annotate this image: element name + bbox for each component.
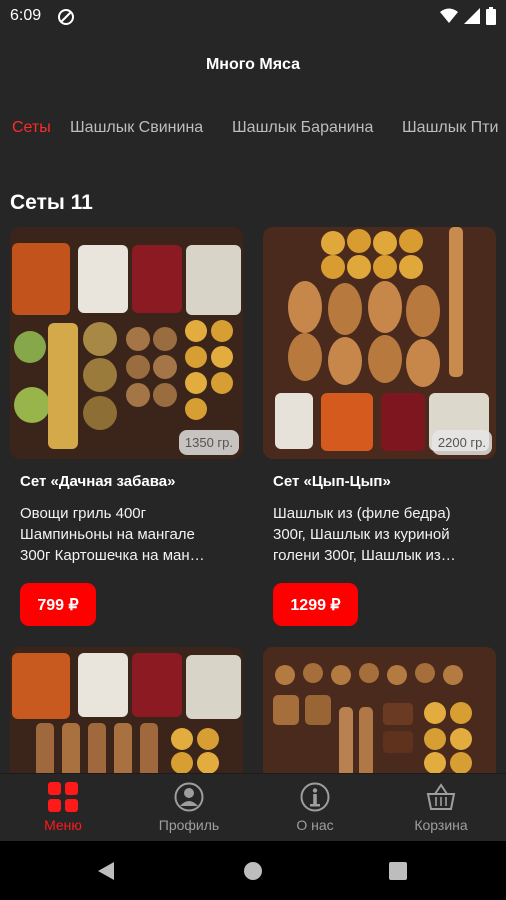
tab-lamb[interactable]: Шашлык Баранина [232,119,373,137]
profile-icon [174,782,204,812]
food-image [10,647,243,773]
description-line: голени 300г, Шашлык из… [273,547,456,564]
price-button[interactable]: 799 ₽ [20,583,96,626]
weight-badge: 1350 гр. [178,430,239,455]
product-photo: 2200 гр. [263,227,496,459]
nav-about[interactable]: О нас [252,774,378,842]
tab-sets[interactable]: Сеты [12,119,51,137]
weight-badge: 2200 гр. [431,430,492,455]
nav-about-label: О нас [296,817,334,833]
system-navigation-bar [0,841,506,900]
product-photo [10,647,243,773]
info-icon [300,782,330,812]
tab-pork[interactable]: Шашлык Свинина [70,119,203,137]
description-line: 300г, Шашлык из куриной [273,526,450,543]
home-icon[interactable] [243,861,263,881]
food-image [263,227,496,459]
status-time: 6:09 [10,7,42,24]
nav-menu-label: Меню [44,817,82,833]
nav-menu[interactable]: Меню [0,774,126,842]
back-icon[interactable] [96,861,116,881]
nav-cart-label: Корзина [414,817,468,833]
signal-icon [464,8,480,24]
status-bar: 6:09 [0,0,506,32]
app-bar: Много Мяса [0,32,506,98]
description-line: 300г Картошечка на ман… [20,547,205,564]
nav-profile-label: Профиль [158,817,220,833]
basket-icon [426,783,456,810]
product-photo: 1350 гр. [10,227,243,459]
battery-icon [486,7,496,25]
page-title: Много Мяса [205,56,301,73]
nav-cart[interactable]: Корзина [378,774,504,842]
nav-profile[interactable]: Профиль [126,774,252,842]
price-button[interactable]: 1299 ₽ [273,583,358,626]
product-card[interactable] [10,647,243,773]
tab-poultry[interactable]: Шашлык Пти [402,119,498,137]
bottom-navigation: Меню Профиль О нас Корзина [0,773,506,842]
recents-icon[interactable] [389,862,407,880]
product-description: Шашлык из (филе бедра) 300г, Шашлык из к… [273,503,493,566]
wifi-icon [440,8,458,23]
description-line: Овощи гриль 400г [20,505,147,522]
product-description: Овощи гриль 400г Шампиньоны на мангале 3… [20,503,240,566]
section-title: Сеты 11 [10,191,93,214]
category-tabs[interactable]: Сеты Шашлык Свинина Шашлык Баранина Шашл… [0,112,506,146]
description-line: Шашлык из (филе бедра) [273,505,451,522]
product-name: Сет «Дачная забава» [20,473,176,490]
product-card[interactable] [263,647,496,773]
product-name: Сет «Цып-Цып» [273,473,391,490]
do-not-disturb-icon [58,9,74,25]
description-line: Шампиньоны на мангале [20,526,195,543]
food-image [263,647,496,773]
menu-grid-icon [48,782,78,812]
product-photo [263,647,496,773]
food-image [10,227,243,459]
